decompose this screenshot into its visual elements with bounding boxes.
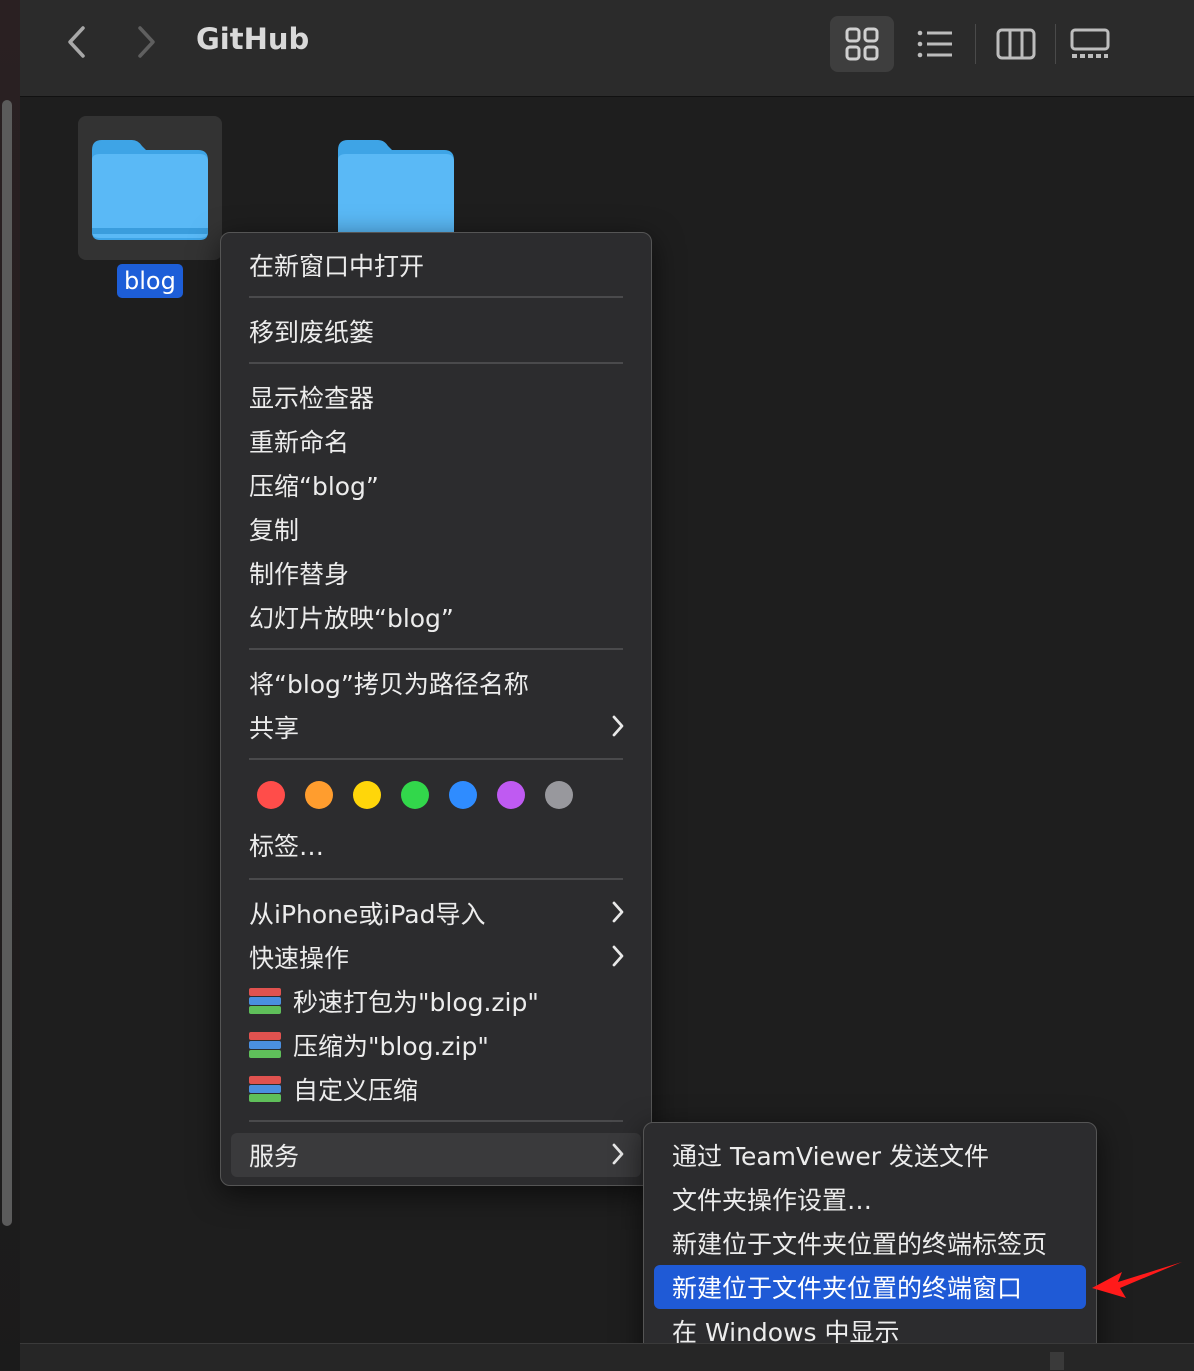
tag-color-dot[interactable]	[305, 781, 333, 809]
window-title: GitHub	[196, 22, 310, 56]
menu-item-duplicate[interactable]: 复制	[231, 507, 641, 551]
toolbar-divider	[975, 24, 976, 64]
list-icon	[917, 30, 952, 58]
menu-item-slideshow[interactable]: 幻灯片放映“blog”	[231, 595, 641, 639]
menu-item-compress[interactable]: 压缩“blog”	[231, 463, 641, 507]
menu-label: 服务	[249, 1142, 300, 1171]
menu-item-services[interactable]: 服务	[231, 1133, 641, 1177]
chevron-right-icon	[612, 715, 624, 737]
tag-color-dot[interactable]	[353, 781, 381, 809]
list-view-button[interactable]	[903, 16, 967, 72]
archiver-app-icon	[249, 988, 281, 1014]
menu-label: 自定义压缩	[293, 1076, 419, 1105]
tag-color-dot[interactable]	[497, 781, 525, 809]
folder-name-label[interactable]: blog	[117, 264, 183, 298]
icon-view-button[interactable]	[830, 16, 894, 72]
menu-label: 新建位于文件夹位置的终端窗口	[672, 1274, 1023, 1303]
chevron-right-icon	[612, 901, 624, 923]
menu-label: 移到废纸篓	[249, 318, 375, 347]
menu-divider	[249, 648, 623, 650]
menu-item-rename[interactable]: 重新命名	[231, 419, 641, 463]
menu-label: 快速操作	[249, 944, 350, 973]
scrollbar[interactable]	[2, 100, 12, 1226]
menu-item-import-iphone[interactable]: 从iPhone或iPad导入	[231, 891, 641, 935]
menu-item-custom-compress[interactable]: 自定义压缩	[231, 1067, 641, 1111]
menu-divider	[249, 1120, 623, 1122]
menu-item-compress-zip[interactable]: 压缩为"blog.zip"	[231, 1023, 641, 1067]
menu-label: 通过 TeamViewer 发送文件	[672, 1142, 989, 1171]
folder-icon[interactable]	[88, 136, 212, 242]
grid-icon	[845, 27, 879, 61]
chevron-right-icon	[138, 26, 155, 58]
menu-label: 将“blog”拷贝为路径名称	[249, 670, 529, 699]
archiver-app-icon	[249, 1076, 281, 1102]
resize-handle[interactable]	[1050, 1352, 1064, 1370]
menu-label: 标签…	[249, 832, 325, 861]
menu-label: 压缩为"blog.zip"	[293, 1032, 489, 1061]
archiver-app-icon	[249, 1032, 281, 1058]
chevron-right-icon	[612, 1143, 624, 1165]
services-submenu: 通过 TeamViewer 发送文件 文件夹操作设置… 新建位于文件夹位置的终端…	[643, 1122, 1097, 1362]
folder-icon[interactable]	[334, 136, 458, 232]
menu-item-teamviewer[interactable]: 通过 TeamViewer 发送文件	[654, 1133, 1086, 1177]
menu-divider	[249, 878, 623, 880]
menu-label: 重新命名	[249, 428, 350, 457]
menu-item-new-terminal-tab[interactable]: 新建位于文件夹位置的终端标签页	[654, 1221, 1086, 1265]
menu-item-new-terminal-window[interactable]: 新建位于文件夹位置的终端窗口	[654, 1265, 1086, 1309]
menu-divider	[249, 296, 623, 298]
tag-color-dot[interactable]	[257, 781, 285, 809]
menu-label: 秒速打包为"blog.zip"	[293, 988, 539, 1017]
gallery-view-button[interactable]	[1058, 16, 1122, 72]
menu-label: 新建位于文件夹位置的终端标签页	[672, 1230, 1048, 1259]
menu-label: 从iPhone或iPad导入	[249, 900, 486, 929]
menu-item-open-new-window[interactable]: 在新窗口中打开	[231, 243, 641, 287]
finder-window: GitHub blog 在新窗口中打开 移到废纸篓 显示检查器 重新命名 压缩“…	[0, 0, 1194, 1371]
menu-divider	[249, 362, 623, 364]
menu-label: 文件夹操作设置…	[672, 1186, 873, 1215]
columns-icon	[996, 28, 1036, 60]
menu-item-folder-actions[interactable]: 文件夹操作设置…	[654, 1177, 1086, 1221]
menu-label: 压缩“blog”	[249, 472, 379, 501]
tag-colors-row	[221, 779, 651, 811]
chevron-right-icon	[612, 945, 624, 967]
menu-label: 幻灯片放映“blog”	[249, 604, 454, 633]
left-edge	[0, 0, 21, 1370]
forward-button[interactable]	[127, 20, 167, 64]
menu-item-move-to-trash[interactable]: 移到废纸篓	[231, 309, 641, 353]
menu-label: 共享	[249, 714, 300, 743]
context-menu: 在新窗口中打开 移到废纸篓 显示检查器 重新命名 压缩“blog” 复制 制作替…	[220, 232, 652, 1186]
menu-item-make-alias[interactable]: 制作替身	[231, 551, 641, 595]
tag-color-dot[interactable]	[545, 781, 573, 809]
back-button[interactable]	[56, 20, 96, 64]
menu-item-share[interactable]: 共享	[231, 705, 641, 749]
menu-label: 在新窗口中打开	[249, 252, 425, 281]
menu-item-get-info[interactable]: 显示检查器	[231, 375, 641, 419]
menu-item-tags[interactable]: 标签…	[231, 823, 641, 867]
annotation-arrow-icon	[1092, 1262, 1182, 1298]
menu-label: 显示检查器	[249, 384, 375, 413]
chevron-left-icon	[68, 26, 85, 58]
column-view-button[interactable]	[984, 16, 1048, 72]
menu-item-quick-zip[interactable]: 秒速打包为"blog.zip"	[231, 979, 641, 1023]
toolbar: GitHub	[20, 0, 1194, 97]
toolbar-divider	[1055, 24, 1056, 64]
tag-color-dot[interactable]	[401, 781, 429, 809]
menu-item-copy-path[interactable]: 将“blog”拷贝为路径名称	[231, 661, 641, 705]
menu-label: 复制	[249, 516, 300, 545]
menu-item-quick-actions[interactable]: 快速操作	[231, 935, 641, 979]
menu-label: 制作替身	[249, 560, 350, 589]
status-bar	[20, 1343, 1194, 1371]
menu-divider	[249, 758, 623, 760]
tag-color-dot[interactable]	[449, 781, 477, 809]
gallery-icon	[1070, 28, 1110, 58]
